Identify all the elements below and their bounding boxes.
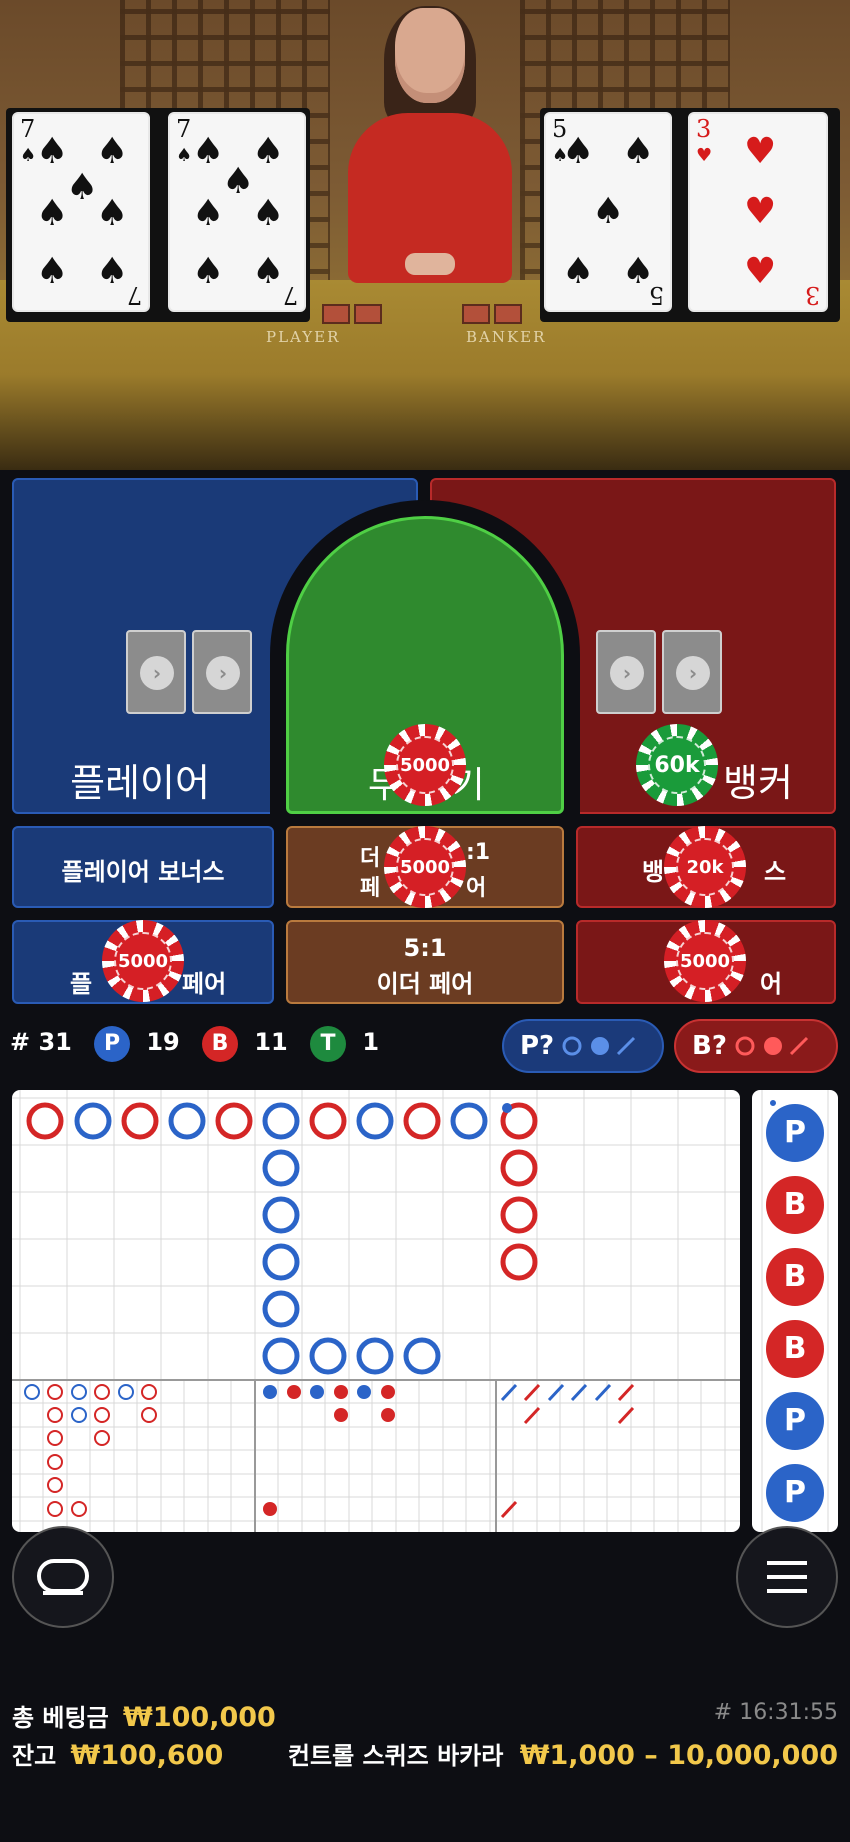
banker-label: 뱅커 — [723, 761, 793, 805]
total-bet: 총 베팅금 ₩100,000 — [12, 1702, 276, 1733]
arrow-right-icon: › — [676, 656, 710, 690]
player-card-slot-2: › — [192, 630, 252, 714]
side-road-result: P — [766, 1392, 824, 1450]
tie-count: T 1 — [310, 1026, 379, 1062]
banker-count: B 11 — [202, 1026, 288, 1062]
tie-chip[interactable]: 5000 — [384, 724, 466, 806]
player-pair-chip[interactable]: 5000 — [102, 920, 184, 1002]
either-pair-zone[interactable]: 5:1 이더 페어 — [286, 920, 564, 1004]
dealer — [340, 6, 520, 283]
player-predict-button[interactable]: P? — [502, 1019, 664, 1073]
player-card-2: 7 ♠ ♠ ♠ ♠ ♠ ♠ ♠ ♠ 7 — [168, 112, 306, 312]
game-id: # 16:31:55 — [713, 1700, 838, 1725]
banker-chip[interactable]: 60k — [636, 724, 718, 806]
banker-card-slot-1: › — [596, 630, 656, 714]
tie-badge: T — [310, 1026, 346, 1062]
result-side-road: P B B B P P — [752, 1090, 838, 1532]
arrow-right-icon: › — [140, 656, 174, 690]
menu-icon — [767, 1561, 807, 1593]
side-road-result: B — [766, 1176, 824, 1234]
road-map-grid — [12, 1090, 740, 1532]
player-predict-icons — [562, 1036, 636, 1056]
side-road-result: P — [766, 1464, 824, 1522]
chat-button[interactable] — [12, 1526, 114, 1628]
menu-button[interactable] — [736, 1526, 838, 1628]
live-video: PLAYER BANKER 7 ♠ ♠ ♠ ♠ ♠ ♠ ♠ ♠ 7 7 ♠ ♠ … — [0, 0, 850, 470]
arrow-right-icon: › — [610, 656, 644, 690]
table-label-player: PLAYER — [266, 328, 341, 346]
player-bonus-label: 플레이어 보너스 — [61, 858, 225, 886]
side-road-result: B — [766, 1320, 824, 1378]
side-road-result: B — [766, 1248, 824, 1306]
banker-pair-chip[interactable]: 5000 — [664, 920, 746, 1002]
banker-badge: B — [202, 1026, 238, 1062]
banker-predict-icons — [735, 1036, 808, 1056]
player-label: 플레이어 — [70, 761, 210, 805]
chat-icon — [37, 1559, 89, 1595]
table-label-banker: BANKER — [466, 328, 547, 346]
player-card-1: 7 ♠ ♠ ♠ ♠ ♠ ♠ ♠ ♠ 7 — [12, 112, 150, 312]
banker-bonus-chip[interactable]: 20k — [664, 826, 746, 908]
either-pair-chip[interactable]: 5000 — [384, 826, 466, 908]
table-info: 컨트롤 스퀴즈 바카라 ₩1,000 – 10,000,000 — [287, 1740, 838, 1771]
side-road-result: P — [766, 1104, 824, 1162]
banker-predict-button[interactable]: B? — [674, 1019, 838, 1073]
player-bonus-zone[interactable]: 플레이어 보너스 — [12, 826, 274, 908]
player-card-slot-1: › — [126, 630, 186, 714]
road-map — [12, 1090, 740, 1532]
arrow-right-icon: › — [206, 656, 240, 690]
banker-card-1: 5 ♠ ♠ ♠ ♠ ♠ ♠ 5 — [544, 112, 672, 312]
player-badge: P — [94, 1026, 130, 1062]
banker-card-2: 3 ♥ ♥ ♥ ♥ 3 — [688, 112, 828, 312]
balance: 잔고 ₩100,600 — [12, 1740, 224, 1771]
round-number: # 31 — [10, 1028, 72, 1056]
banker-card-slot-2: › — [662, 630, 722, 714]
player-count: P 19 — [94, 1026, 180, 1062]
